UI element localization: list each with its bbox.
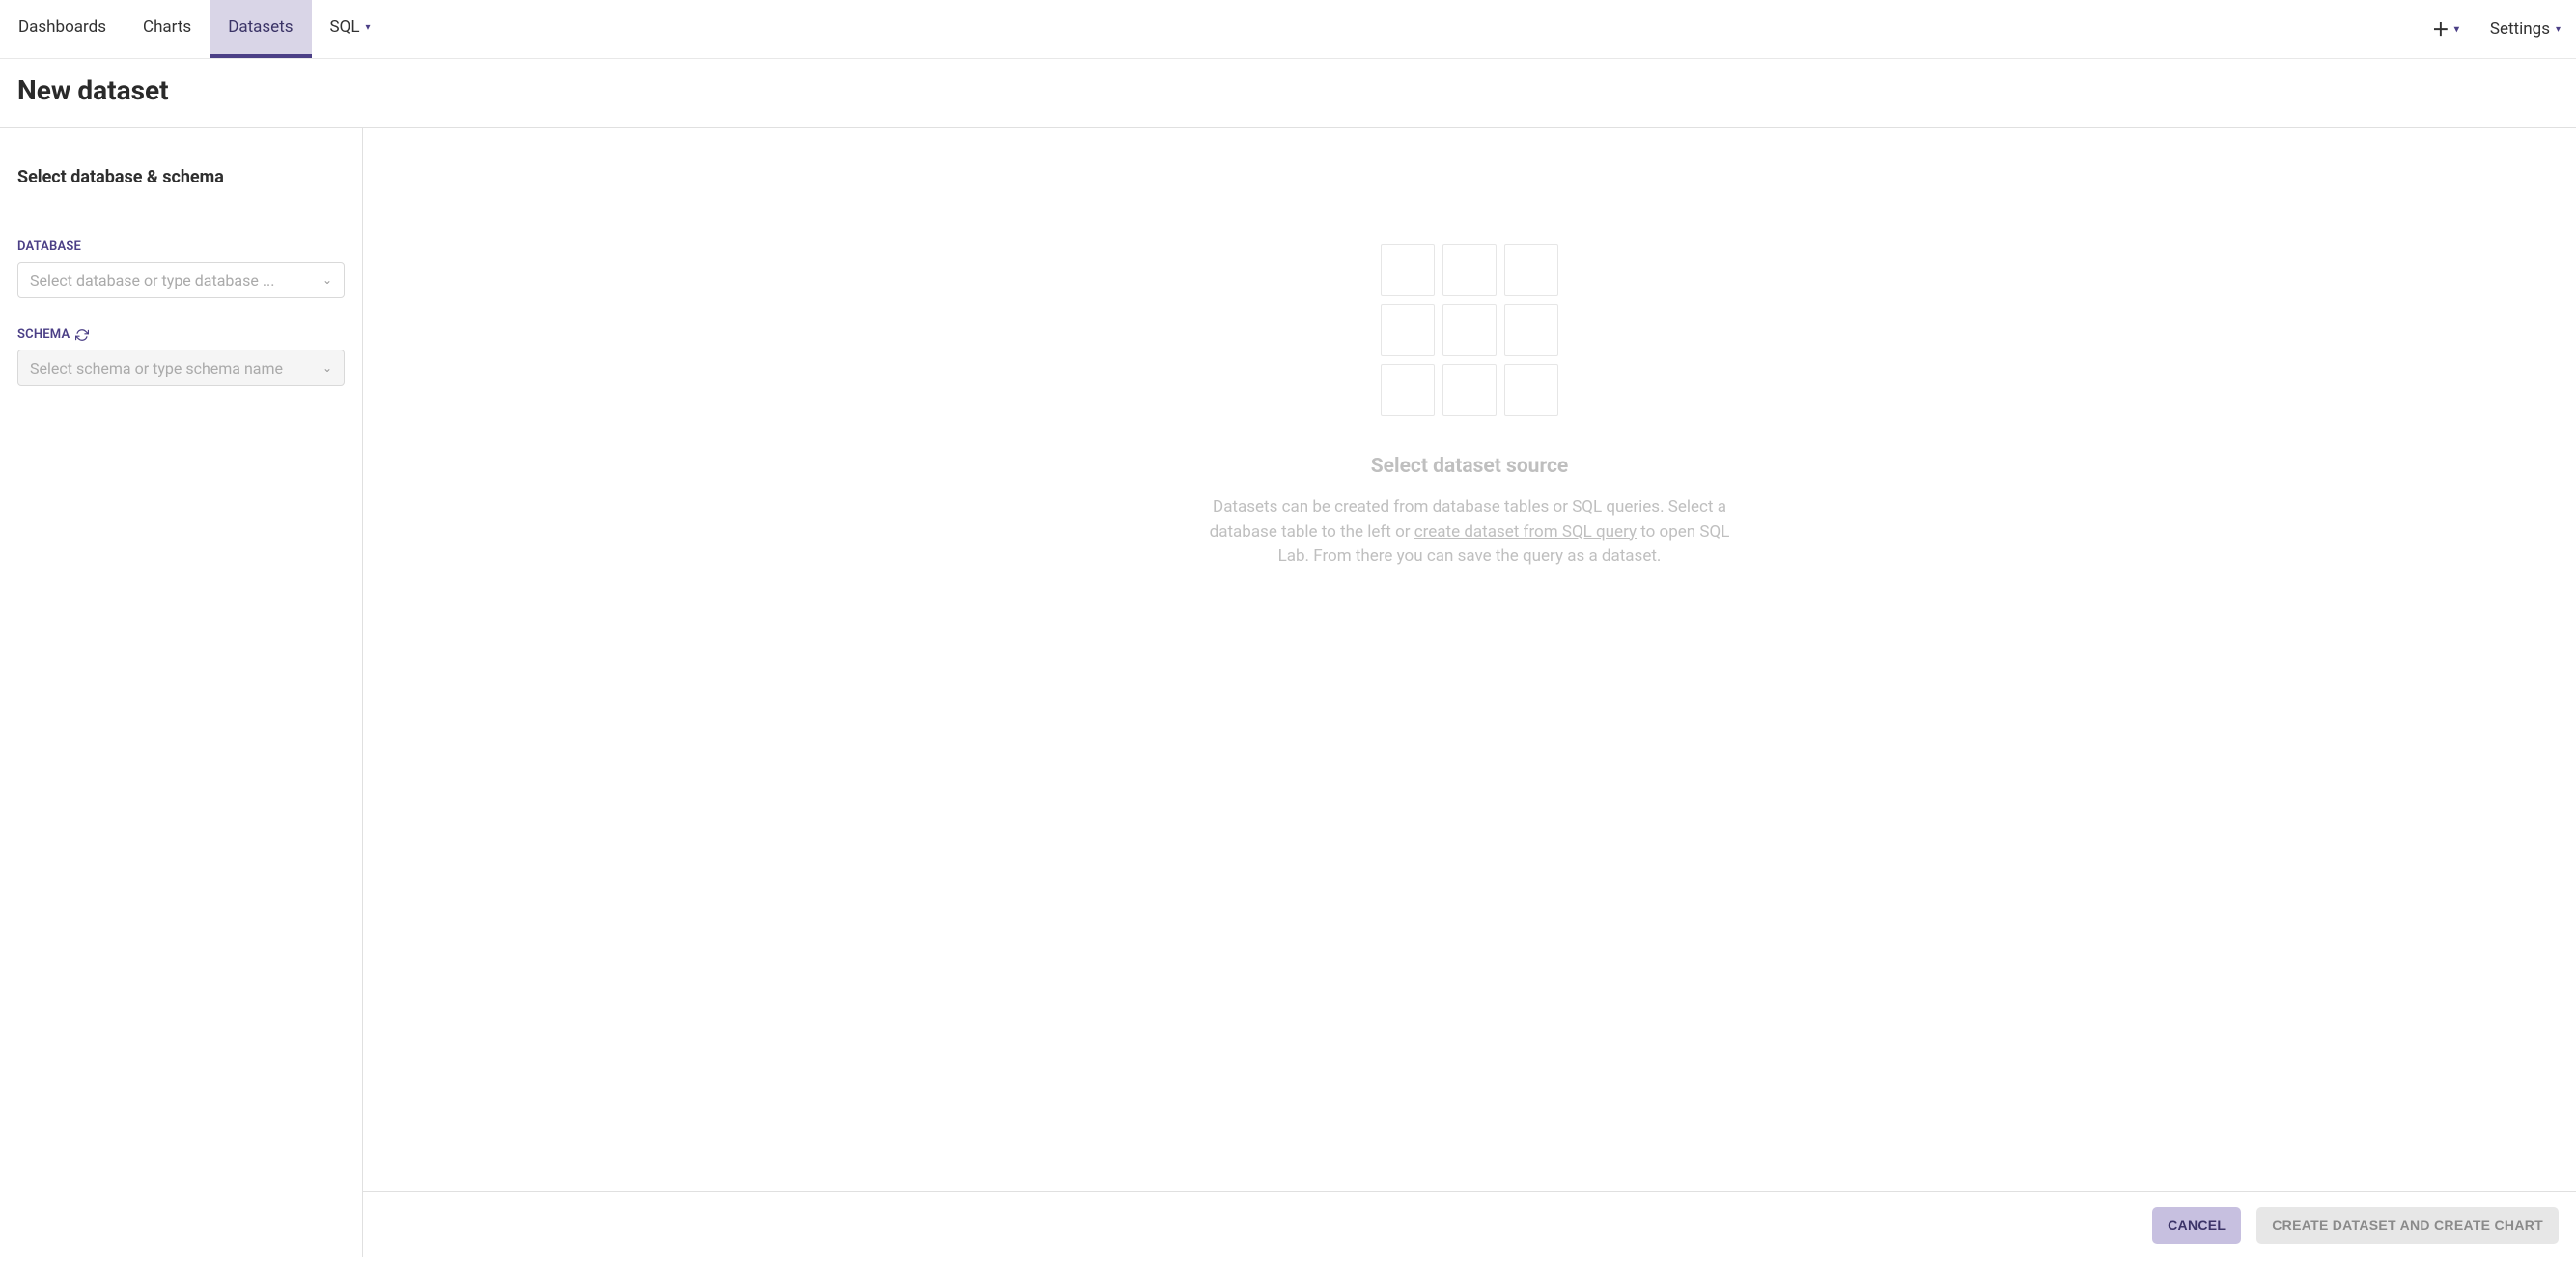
illus-cell bbox=[1442, 244, 1497, 296]
database-placeholder: Select database or type database ... bbox=[30, 271, 274, 290]
schema-select[interactable]: Select schema or type schema name ⌄ bbox=[17, 350, 345, 386]
nav-left: Dashboards Charts Datasets SQL ▾ bbox=[0, 0, 389, 58]
footer-bar: CANCEL CREATE DATASET AND CREATE CHART bbox=[363, 1191, 2576, 1257]
right-area: Select dataset source Datasets can be cr… bbox=[363, 128, 2576, 1257]
page-title-row: New dataset bbox=[0, 59, 2576, 128]
illus-cell bbox=[1442, 364, 1497, 416]
illus-cell bbox=[1504, 304, 1558, 356]
page-title: New dataset bbox=[17, 74, 2559, 106]
illus-cell bbox=[1381, 244, 1435, 296]
nav-item-datasets[interactable]: Datasets bbox=[210, 0, 311, 58]
left-panel: Select database & schema DATABASE Select… bbox=[0, 128, 363, 1257]
database-label-text: DATABASE bbox=[17, 239, 81, 254]
empty-state: Select dataset source Datasets can be cr… bbox=[363, 128, 2576, 1191]
plus-icon: ＋ bbox=[2432, 16, 2450, 42]
nav-right: ＋ ▾ Settings ▾ bbox=[2432, 0, 2576, 58]
illus-cell bbox=[1381, 304, 1435, 356]
nav-item-settings[interactable]: Settings ▾ bbox=[2490, 19, 2561, 39]
cancel-button[interactable]: CANCEL bbox=[2152, 1207, 2241, 1244]
illus-cell bbox=[1442, 304, 1497, 356]
create-dataset-button[interactable]: CREATE DATASET AND CREATE CHART bbox=[2256, 1207, 2559, 1244]
chevron-down-icon: ⌄ bbox=[322, 273, 332, 287]
illus-cell bbox=[1504, 244, 1558, 296]
empty-title: Select dataset source bbox=[1371, 455, 1568, 478]
illus-cell bbox=[1504, 364, 1558, 416]
empty-description: Datasets can be created from database ta… bbox=[1199, 495, 1740, 570]
left-section-title: Select database & schema bbox=[17, 167, 345, 187]
nav-label: Dashboards bbox=[18, 17, 106, 37]
refresh-icon[interactable] bbox=[75, 328, 89, 342]
nav-item-sql[interactable]: SQL ▾ bbox=[312, 0, 389, 58]
chevron-down-icon: ▾ bbox=[365, 22, 370, 33]
database-label: DATABASE bbox=[17, 239, 345, 254]
main-content: Select database & schema DATABASE Select… bbox=[0, 128, 2576, 1257]
database-select[interactable]: Select database or type database ... ⌄ bbox=[17, 262, 345, 298]
top-nav: Dashboards Charts Datasets SQL ▾ ＋ ▾ Set… bbox=[0, 0, 2576, 59]
schema-placeholder: Select schema or type schema name bbox=[30, 359, 283, 378]
nav-label: Settings bbox=[2490, 19, 2550, 39]
chevron-down-icon: ▾ bbox=[2556, 24, 2561, 35]
nav-label: SQL bbox=[330, 17, 360, 37]
illus-cell bbox=[1381, 364, 1435, 416]
nav-item-charts[interactable]: Charts bbox=[125, 0, 210, 58]
schema-label-text: SCHEMA bbox=[17, 327, 70, 342]
schema-label: SCHEMA bbox=[17, 327, 345, 342]
chevron-down-icon: ▾ bbox=[2454, 24, 2459, 35]
nav-label: Datasets bbox=[228, 17, 293, 37]
nav-label: Charts bbox=[143, 17, 191, 37]
create-from-sql-link[interactable]: create dataset from SQL query bbox=[1414, 522, 1637, 542]
chevron-down-icon: ⌄ bbox=[322, 361, 332, 375]
nav-item-dashboards[interactable]: Dashboards bbox=[0, 0, 125, 58]
add-button[interactable]: ＋ ▾ bbox=[2432, 16, 2459, 42]
empty-illustration bbox=[1381, 244, 1558, 416]
